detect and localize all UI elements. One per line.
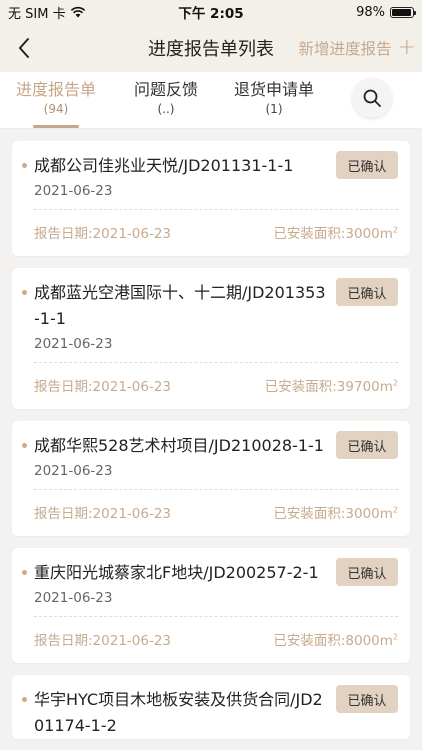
- tab-feedback[interactable]: 问题反馈 (..): [112, 72, 220, 128]
- back-button[interactable]: [4, 24, 44, 72]
- clock: 下午 2:05: [178, 6, 244, 22]
- battery-percent: 98%: [356, 4, 385, 20]
- installed-area: 已安装面积:39700m2: [264, 378, 398, 396]
- report-card[interactable]: 成都公司佳兆业天悦/JD201131-1-1 已确认 2021-06-23 报告…: [12, 141, 410, 256]
- carrier-label: 无 SIM 卡: [8, 6, 66, 22]
- search-icon: [363, 89, 381, 107]
- report-title: 成都蓝光空港国际十、十二期/JD201353-1-1: [34, 283, 326, 328]
- report-card[interactable]: 华宇HYC项目木地板安装及供货合同/JD201174-1-2 已确认: [12, 675, 410, 739]
- tab-bar: 进度报告单 (94) 问题反馈 (..) 退货申请单 (1): [0, 72, 422, 129]
- report-created-date: 2021-06-23: [34, 463, 113, 479]
- tab-label: 进度报告单: [15, 80, 96, 99]
- tab-progress-reports[interactable]: 进度报告单 (94): [0, 72, 112, 128]
- chevron-left-icon: [19, 38, 29, 58]
- report-created-date: 2021-06-23: [34, 183, 113, 199]
- tab-count: (..): [157, 102, 175, 116]
- battery-icon: [390, 6, 416, 18]
- report-card[interactable]: 成都蓝光空港国际十、十二期/JD201353-1-1 已确认 2021-06-2…: [12, 268, 410, 409]
- report-title: 华宇HYC项目木地板安装及供货合同/JD201174-1-2: [34, 690, 323, 735]
- bullet-icon: [22, 697, 27, 702]
- report-card[interactable]: 重庆阳光城蔡家北F地块/JD200257-2-1 已确认 2021-06-23 …: [12, 548, 410, 663]
- tab-return-requests[interactable]: 退货申请单 (1): [220, 72, 328, 128]
- tab-count: (94): [43, 102, 69, 116]
- bullet-icon: [22, 443, 27, 448]
- nav-bar: 进度报告单列表 新增进度报告 +: [0, 24, 422, 72]
- plus-icon: +: [397, 35, 416, 60]
- installed-area: 已安装面积:3000m2: [273, 505, 398, 523]
- report-created-date: 2021-06-23: [34, 336, 113, 352]
- installed-area: 已安装面积:8000m2: [273, 632, 398, 650]
- status-badge: 已确认: [336, 278, 398, 306]
- status-badge: 已确认: [336, 685, 398, 713]
- wifi-icon: [70, 6, 85, 18]
- status-badge: 已确认: [336, 151, 398, 179]
- report-title: 成都华熙528艺术村项目/JD210028-1-1: [34, 436, 324, 455]
- bullet-icon: [22, 163, 27, 168]
- search-button[interactable]: [352, 78, 392, 118]
- header: 无 SIM 卡 下午 2:05 98% 进度报告单列表 新增进度报告 +: [0, 0, 422, 72]
- report-list: 成都公司佳兆业天悦/JD201131-1-1 已确认 2021-06-23 报告…: [0, 129, 422, 739]
- report-title: 重庆阳光城蔡家北F地块/JD200257-2-1: [34, 563, 319, 582]
- active-tab-indicator: [33, 125, 79, 128]
- tab-count: (1): [265, 102, 283, 116]
- report-date: 报告日期:2021-06-23: [34, 506, 172, 522]
- bullet-icon: [22, 570, 27, 575]
- report-date: 报告日期:2021-06-23: [34, 633, 172, 649]
- report-created-date: 2021-06-23: [34, 590, 113, 606]
- add-progress-report-button[interactable]: 新增进度报告 +: [299, 24, 416, 72]
- status-badge: 已确认: [336, 431, 398, 459]
- status-bar: 无 SIM 卡 下午 2:05 98%: [0, 0, 422, 24]
- report-title: 成都公司佳兆业天悦/JD201131-1-1: [34, 156, 294, 175]
- report-card[interactable]: 成都华熙528艺术村项目/JD210028-1-1 已确认 2021-06-23…: [12, 421, 410, 536]
- tab-label: 问题反馈: [133, 80, 198, 99]
- status-badge: 已确认: [336, 558, 398, 586]
- tab-label: 退货申请单: [233, 80, 314, 99]
- report-date: 报告日期:2021-06-23: [34, 379, 172, 395]
- add-progress-report-label: 新增进度报告: [298, 40, 392, 58]
- bullet-icon: [22, 290, 27, 295]
- installed-area: 已安装面积:3000m2: [273, 225, 398, 243]
- report-date: 报告日期:2021-06-23: [34, 226, 172, 242]
